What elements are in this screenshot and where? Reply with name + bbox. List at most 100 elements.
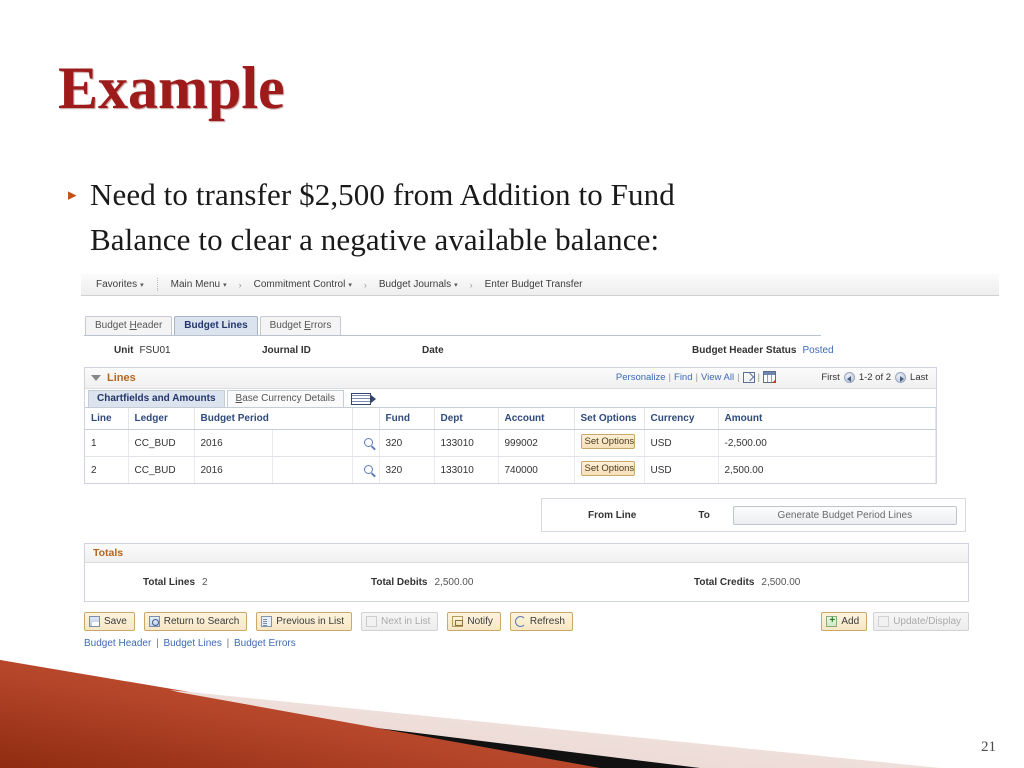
- show-all-columns-icon[interactable]: [351, 393, 377, 405]
- col-ledger[interactable]: Ledger: [128, 408, 195, 430]
- prev-arrow-icon[interactable]: [843, 372, 855, 383]
- save-button[interactable]: Save: [84, 612, 135, 631]
- cell-line: 2: [85, 456, 129, 483]
- app-navigation-bar: Favorites ▾ Main Menu ▾ › Commitment Contr…: [81, 274, 999, 296]
- chevron-down-icon: ▾: [140, 282, 144, 289]
- return-to-search-icon: [148, 616, 160, 627]
- lines-grid-panel: Lines Personalize | Find | View All | | …: [84, 367, 937, 484]
- footer-link-budget-errors[interactable]: Budget Errors: [234, 638, 296, 649]
- field-journal-id: Journal ID: [262, 345, 311, 356]
- view-all-link[interactable]: View All: [701, 372, 734, 383]
- col-set-options[interactable]: Set Options: [574, 408, 645, 430]
- chevron-down-icon: ▾: [454, 282, 458, 289]
- col-dept[interactable]: Dept: [434, 408, 499, 430]
- cell-lookup: [352, 429, 380, 457]
- list-item: ▸ Need to transfer $2,500 from Addition …: [68, 172, 948, 262]
- bullet-line-1: Need to transfer $2,500 from Addition to…: [90, 177, 675, 212]
- cell-account: 740000: [498, 456, 575, 483]
- add-button[interactable]: Add: [821, 612, 868, 631]
- slide-canvas: Example ▸ Need to transfer $2,500 from A…: [0, 0, 1024, 768]
- bullet-marker-icon: ▸: [68, 185, 77, 204]
- footer-links: Budget Header | Budget Lines | Budget Er…: [84, 638, 296, 649]
- nav-main-menu[interactable]: Main Menu ▾: [162, 279, 236, 290]
- tab-budget-header[interactable]: Budget Header: [85, 316, 173, 335]
- magnifier-icon[interactable]: [363, 464, 373, 474]
- return-to-search-button[interactable]: Return to Search: [143, 612, 248, 631]
- col-fund[interactable]: Fund: [379, 408, 435, 430]
- budget-lines-table: Line Ledger Budget Period Fund Dept Acco…: [85, 408, 936, 483]
- sub-tab-chartfields-and-amounts[interactable]: Chartfields and Amounts: [88, 390, 225, 407]
- grid-sub-tabs: Chartfields and Amounts Base Currency De…: [85, 389, 936, 408]
- next-arrow-icon[interactable]: [895, 372, 907, 383]
- refresh-button[interactable]: Refresh: [509, 612, 573, 631]
- totals-panel: Totals Total Lines 2 Total Debits 2,500.00…: [84, 543, 969, 602]
- cell-currency: USD: [644, 429, 719, 457]
- save-icon: [89, 616, 100, 627]
- total-lines: Total Lines 2: [143, 577, 208, 588]
- add-icon: [826, 614, 838, 627]
- collapse-triangle-icon[interactable]: [91, 375, 101, 381]
- breadcrumb-budget-journals[interactable]: Budget Journals ▾: [370, 279, 467, 290]
- magnifier-icon[interactable]: [363, 437, 373, 447]
- page-title: Example: [58, 55, 285, 121]
- update-display-button: Update/Display: [873, 612, 969, 631]
- nav-divider: [156, 278, 158, 291]
- breadcrumb-enter-budget-transfer[interactable]: Enter Budget Transfer: [476, 279, 592, 290]
- table-row: 1 CC_BUD 2016 320 133010 999002 Set Opti…: [85, 429, 936, 457]
- pager-range: 1-2 of 2: [858, 372, 892, 383]
- status-badge: Posted: [802, 345, 834, 356]
- cell-currency: USD: [644, 456, 719, 483]
- breadcrumb-commitment-control[interactable]: Commitment Control ▾: [245, 279, 361, 290]
- cell-speedtype[interactable]: [272, 429, 353, 457]
- find-link[interactable]: Find: [674, 372, 692, 383]
- slide-page-number: 21: [981, 739, 996, 755]
- totals-section-title: Totals: [93, 547, 124, 559]
- total-debits: Total Debits 2,500.00: [371, 577, 474, 588]
- sub-tab-base-currency-details[interactable]: Base Currency Details: [226, 390, 345, 407]
- cell-dept: 133010: [434, 456, 499, 483]
- notify-icon: [452, 616, 464, 627]
- footer-link-budget-lines[interactable]: Budget Lines: [163, 638, 221, 649]
- col-account[interactable]: Account: [498, 408, 575, 430]
- cell-speedtype[interactable]: [272, 456, 353, 483]
- from-line-panel: From Line To Generate Budget Period Line…: [541, 498, 966, 532]
- col-amount[interactable]: Amount: [718, 408, 936, 430]
- col-line[interactable]: Line: [85, 408, 129, 430]
- cell-amount: -2,500.00: [718, 429, 936, 457]
- generate-budget-period-lines-button[interactable]: Generate Budget Period Lines: [732, 505, 957, 525]
- bullet-line-2: Balance to clear a negative available ba…: [90, 222, 660, 257]
- cell-lookup: [352, 456, 380, 483]
- right-action-group: Add Update/Display: [821, 612, 969, 631]
- totals-section-header: Totals: [85, 544, 968, 563]
- previous-in-list-button[interactable]: Previous in List: [256, 612, 353, 631]
- cell-fund: 320: [379, 429, 435, 457]
- bullet-text: Need to transfer $2,500 from Addition to…: [90, 172, 675, 262]
- tab-budget-errors[interactable]: Budget Errors: [259, 316, 342, 335]
- header-fields: Unit FSU01 Journal ID Date Budget Header …: [84, 345, 974, 363]
- tab-budget-lines[interactable]: Budget Lines: [174, 316, 258, 335]
- pager-first-link[interactable]: First: [821, 372, 839, 383]
- field-unit: Unit FSU01: [114, 345, 171, 356]
- cell-fund: 320: [379, 456, 435, 483]
- set-options-button[interactable]: Set Options: [580, 461, 635, 476]
- col-currency[interactable]: Currency: [644, 408, 719, 430]
- update-display-icon: [878, 616, 890, 627]
- pager-last-link[interactable]: Last: [910, 372, 928, 383]
- download-grid-icon[interactable]: [763, 371, 776, 383]
- col-budget-period[interactable]: Budget Period: [194, 408, 353, 430]
- previous-in-list-icon: [261, 616, 273, 627]
- field-date: Date: [422, 345, 444, 356]
- total-credits: Total Credits 2,500.00: [694, 577, 801, 588]
- to-label: To: [698, 509, 710, 521]
- footer-link-budget-header[interactable]: Budget Header: [84, 638, 151, 649]
- notify-button[interactable]: Notify: [447, 612, 501, 631]
- field-budget-header-status: Budget Header Status Posted: [692, 345, 834, 356]
- set-options-button[interactable]: Set Options: [580, 434, 635, 449]
- page-tabs: Budget Header Budget Lines Budget Errors: [84, 316, 821, 336]
- cell-budget-period: 2016: [194, 429, 273, 457]
- expand-window-icon[interactable]: [742, 371, 755, 383]
- next-in-list-icon: [365, 616, 377, 627]
- personalize-link[interactable]: Personalize: [616, 372, 666, 383]
- cell-line: 1: [85, 429, 129, 457]
- nav-favorites[interactable]: Favorites ▾: [87, 279, 153, 290]
